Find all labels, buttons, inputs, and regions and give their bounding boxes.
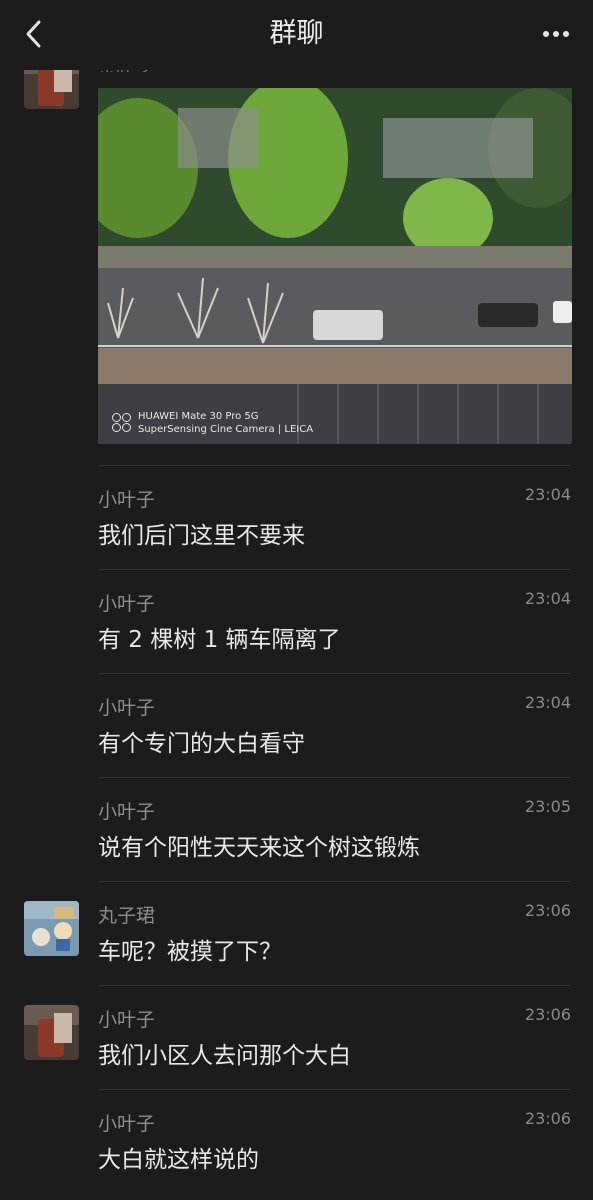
message-text: 我们小区人去问那个大白: [98, 1043, 351, 1069]
avatar[interactable]: [24, 901, 79, 956]
chat-message[interactable]: 小叶子 23:04 有个专门的大白看守: [0, 673, 593, 777]
street-photo: [98, 88, 572, 444]
divider: [98, 777, 571, 778]
avatar[interactable]: [24, 1005, 79, 1060]
camera-watermark: HUAWEI Mate 30 Pro 5G SuperSensing Cine …: [112, 410, 313, 436]
more-dots-icon: [541, 31, 571, 37]
message-time: 23:06: [524, 1109, 571, 1128]
message-text: 大白就这样说的: [98, 1147, 259, 1173]
message-time: 23:04: [524, 485, 571, 504]
sender-name: 小叶子: [98, 489, 156, 511]
message-time: 23:05: [524, 797, 571, 816]
page-title: 群聊: [269, 18, 324, 49]
top-bar: 群聊: [0, 0, 593, 70]
sender-name: 丸子珺: [98, 905, 156, 927]
message-text: 我们后门这里不要来: [98, 523, 305, 549]
sender-name: 小叶子: [98, 1113, 156, 1135]
camera-line2: SuperSensing Cine Camera | LEICA: [138, 424, 314, 435]
chat-message[interactable]: 小叶子 23:06 大白就这样说的: [0, 1089, 593, 1193]
message-time: 23:06: [524, 1005, 571, 1024]
message-text: 说有个阳性天天来这个树这锻炼: [98, 835, 420, 861]
more-button[interactable]: [533, 14, 579, 54]
chat-message[interactable]: 小叶子 23:04 有 2 棵树 1 辆车隔离了: [0, 569, 593, 673]
divider: [98, 881, 571, 882]
message-text: 有个专门的大白看守: [98, 731, 305, 757]
message-time: 23:04: [524, 589, 571, 608]
divider: [98, 1089, 571, 1090]
sender-name: 小叶子: [98, 1009, 156, 1031]
message-text: 车呢？被摸了下？: [98, 939, 282, 965]
sender-name: 小叶子: [98, 697, 156, 719]
avatar-image: [24, 901, 79, 956]
message-time: 23:04: [524, 693, 571, 712]
camera-line1: HUAWEI Mate 30 Pro 5G: [138, 411, 259, 422]
leica-logo-icon: [112, 413, 132, 433]
sender-name: 小叶子: [98, 801, 156, 823]
divider: [98, 569, 571, 570]
photo-message[interactable]: HUAWEI Mate 30 Pro 5G SuperSensing Cine …: [98, 88, 572, 444]
chat-message[interactable]: 丸子珺 23:06 车呢？被摸了下？: [0, 881, 593, 985]
chat-message[interactable]: 小叶子 23:06 我们小区人去问那个大白: [0, 985, 593, 1089]
divider: [98, 673, 571, 674]
chat-message[interactable]: 小叶子 23:04 我们后门这里不要来: [0, 465, 593, 569]
sender-name: 小叶子: [98, 593, 156, 615]
message-time: 23:06: [524, 901, 571, 920]
divider: [98, 985, 571, 986]
message-text: 有 2 棵树 1 辆车隔离了: [98, 627, 341, 653]
divider: [98, 465, 571, 466]
avatar-image: [24, 1005, 79, 1060]
chat-message[interactable]: 小叶子 23:05 说有个阳性天天来这个树这锻炼: [0, 777, 593, 881]
chat-feed[interactable]: 小叶子: [0, 60, 593, 1200]
